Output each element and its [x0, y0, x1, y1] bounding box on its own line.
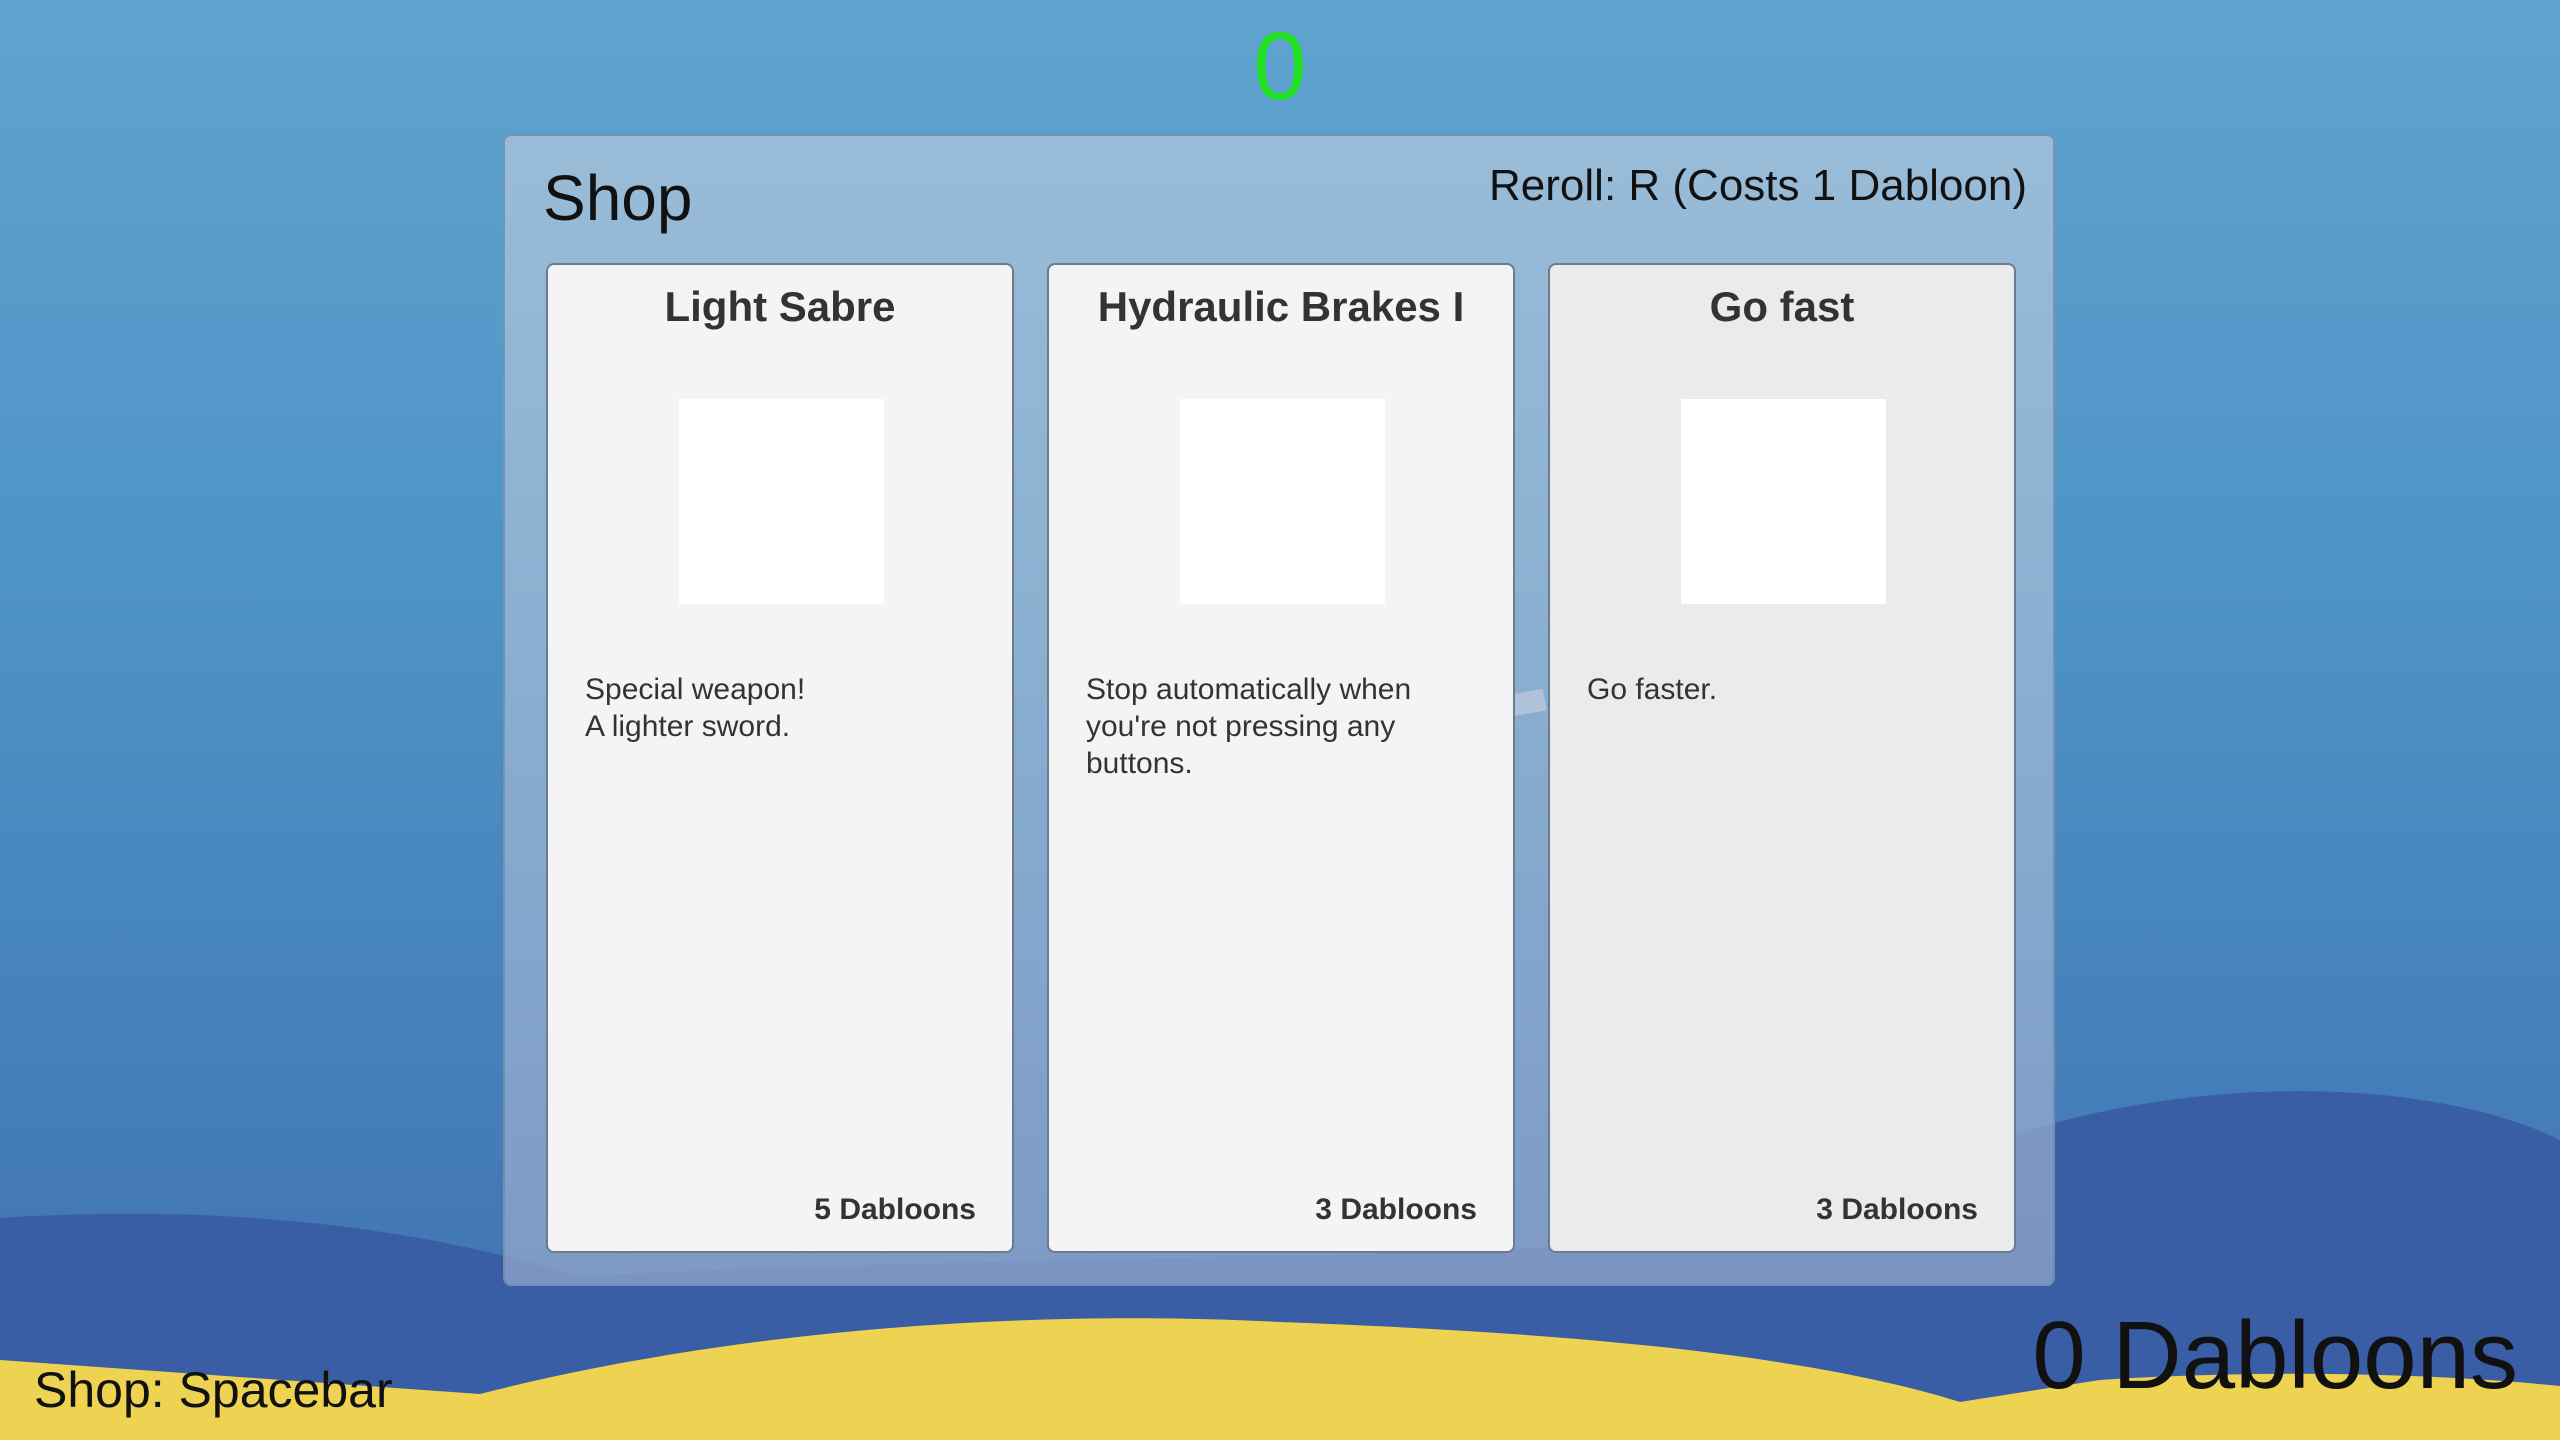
card-title: Go fast	[1709, 283, 1855, 330]
shop-panel: Shop Reroll: R (Costs 1 Dabloon) Light S…	[503, 134, 2055, 1286]
score-counter: 0	[1253, 13, 1307, 120]
shop-card-light-sabre[interactable]: Light Sabre Special weapon! A lighter sw…	[546, 263, 1014, 1253]
shop-key-hint: Shop: Spacebar	[34, 1362, 393, 1418]
shop-card-hydraulic-brakes[interactable]: Hydraulic Brakes I Stop automatically wh…	[1047, 263, 1515, 1253]
card-description: Special weapon! A lighter sword.	[585, 673, 806, 743]
item-image	[679, 399, 884, 604]
shop-title: Shop	[543, 162, 693, 234]
card-description: Stop automatically when you're not press…	[1086, 673, 1412, 780]
item-image	[1180, 399, 1385, 604]
card-price: 5 Dabloons	[814, 1193, 976, 1226]
card-price: 3 Dabloons	[1315, 1193, 1477, 1226]
card-price: 3 Dabloons	[1816, 1193, 1978, 1226]
reroll-hint: Reroll: R (Costs 1 Dabloon)	[1489, 161, 2027, 210]
currency-counter: 0 Dabloons	[2032, 1302, 2518, 1409]
card-description: Go faster.	[1587, 673, 1718, 706]
shop-card-go-fast[interactable]: Go fast Go faster. 3 Dabloons	[1548, 263, 2016, 1253]
card-title: Hydraulic Brakes I	[1097, 283, 1465, 330]
item-image	[1681, 399, 1886, 604]
card-title: Light Sabre	[664, 283, 896, 330]
